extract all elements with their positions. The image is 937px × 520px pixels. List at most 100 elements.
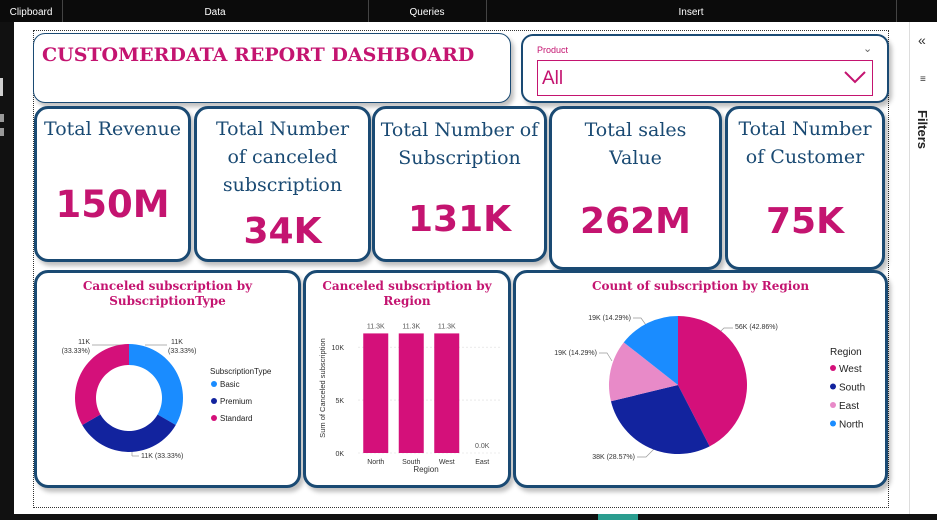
data-label: 11K [78, 339, 90, 346]
kpi-card-total-subscriptions: Total Number of Subscription 131K [372, 106, 547, 262]
kpi-label-line: of canceled [227, 146, 338, 168]
leader-line [637, 448, 655, 458]
ribbon-group-insert[interactable]: Insert [486, 0, 897, 22]
kpi-label-line: Total Revenue [44, 118, 181, 140]
chevron-down-icon[interactable]: ⌄ [863, 42, 872, 55]
x-tick-label: North [367, 459, 384, 466]
kpi-label-line: Total sales [584, 119, 687, 141]
data-label: 56K (42.86%) [735, 324, 778, 331]
dashboard-title: CUSTOMERDATA REPORT DASHBOARD [42, 44, 475, 66]
slicer-value: All [542, 68, 564, 89]
chevron-down-icon[interactable] [842, 63, 868, 89]
data-label: (33.33%) [62, 348, 90, 355]
filter-icon: ≡ [920, 74, 926, 85]
bar-south[interactable] [398, 333, 424, 453]
donut-slice-standard[interactable] [75, 344, 129, 425]
legend-marker [830, 383, 836, 390]
ribbon-group-data[interactable]: Data [62, 0, 369, 22]
kpi-label-line: Total Number [215, 118, 350, 140]
pie-chart-card: Count of subscription by Region 19K (14.… [513, 270, 888, 488]
data-label: 11.3K [438, 323, 456, 330]
kpi-value: 131K [407, 199, 512, 240]
slicer-dropdown[interactable]: All [537, 60, 873, 96]
legend-item[interactable]: Standard [220, 414, 252, 423]
legend-item[interactable]: South [839, 383, 865, 394]
legend-item[interactable]: West [839, 364, 862, 375]
y-axis-label: Sum of Canceled subscription [318, 338, 327, 438]
kpi-value: 262M [580, 201, 691, 242]
donut-slice-premium[interactable] [82, 414, 176, 453]
data-label: 19K (14.29%) [588, 315, 631, 322]
kpi-label: Total Number of Subscription [375, 116, 544, 172]
bar-west[interactable] [434, 333, 460, 453]
data-label: 11.3K [367, 323, 385, 330]
y-tick-label: 0K [335, 451, 344, 458]
legend-item[interactable]: North [839, 420, 863, 431]
data-label: 11.3K [402, 323, 420, 330]
slicer-label: Product [537, 45, 569, 55]
filters-pane-label: Filters [915, 110, 930, 150]
kpi-label-line: subscription [222, 174, 343, 196]
leader-line [633, 317, 647, 326]
ribbon-group-label: Data [204, 7, 226, 18]
legend-item[interactable]: East [839, 401, 859, 412]
dashboard-title-card: CUSTOMERDATA REPORT DASHBOARD [33, 33, 511, 103]
pie-chart[interactable]: 19K (14.29%) 56K (42.86%) 19K (14.29%) 3… [516, 273, 885, 485]
bar-chart-card: Canceled subscription by Region Sum of C… [303, 270, 511, 488]
ribbon-group-queries[interactable]: Queries [368, 0, 487, 22]
legend-title: SubscriptionType [210, 367, 272, 376]
ribbon-bar: Clipboard Data Queries Insert [0, 0, 937, 22]
ribbon-group-label: Queries [409, 7, 445, 18]
product-slicer[interactable]: Product ⌄ All [521, 34, 889, 103]
model-view-icon[interactable] [0, 128, 4, 136]
page-tab-indicator[interactable] [598, 514, 638, 520]
ribbon-group-label: Insert [678, 7, 704, 18]
status-bar [0, 514, 937, 520]
legend-marker [211, 415, 217, 421]
ribbon-group-label: Clipboard [9, 7, 53, 18]
data-label: (33.33%) [168, 348, 196, 355]
legend: West South East North [830, 364, 865, 431]
kpi-label: Total Revenue [37, 115, 188, 143]
kpi-value: 34K [243, 211, 322, 252]
kpi-value: 75K [766, 201, 844, 242]
data-label: 19K (14.29%) [554, 350, 597, 357]
kpi-label: Total Number of canceled subscription [197, 115, 368, 199]
legend: Basic Premium Standard [211, 380, 252, 423]
kpi-card-total-revenue: Total Revenue 150M [34, 106, 191, 262]
bar-north[interactable] [363, 333, 389, 453]
kpi-card-total-customers: Total Number of Customer 75K [725, 106, 885, 270]
legend-marker [211, 398, 217, 404]
legend-title: Region [830, 347, 862, 358]
kpi-label: Total Number of Customer [728, 115, 882, 171]
kpi-label-line: Subscription [398, 147, 521, 169]
kpi-label-line: Value [609, 147, 662, 169]
data-label: 11K [171, 339, 183, 346]
left-nav-strip [0, 22, 14, 516]
data-label: 38K (28.57%) [592, 454, 635, 461]
kpi-card-total-sales: Total sales Value 262M [549, 106, 722, 270]
report-view-icon[interactable] [0, 78, 3, 96]
kpi-label-line: Total Number [738, 118, 872, 140]
legend-item[interactable]: Basic [220, 380, 240, 389]
collapse-chevron-icon[interactable]: « [918, 32, 926, 48]
donut-chart-card: Canceled subscription by SubscriptionTyp… [34, 270, 301, 488]
donut-chart[interactable]: 11K (33.33%) 11K (33.33%) 11K (33.33%) S… [37, 273, 298, 485]
y-tick-label: 5K [335, 398, 344, 405]
legend-marker [830, 365, 836, 371]
x-tick-label: West [439, 459, 455, 466]
legend-marker [211, 381, 217, 387]
filters-pane[interactable]: « ≡ Filters [909, 22, 937, 516]
donut-slice-basic[interactable] [129, 344, 183, 425]
data-label: 11K (33.33%) [141, 453, 183, 460]
legend-item[interactable]: Premium [220, 397, 252, 406]
kpi-label-line: of Customer [745, 146, 865, 168]
y-tick-label: 10K [332, 345, 345, 352]
legend-marker [830, 402, 836, 408]
kpi-value: 150M [55, 183, 170, 226]
kpi-card-canceled-subscriptions: Total Number of canceled subscription 34… [194, 106, 371, 262]
table-view-icon[interactable] [0, 114, 4, 122]
data-label: 0.0K [475, 443, 490, 450]
ribbon-group-clipboard[interactable]: Clipboard [0, 0, 63, 22]
bar-chart[interactable]: Sum of Canceled subscription Region 0K 5K… [306, 273, 508, 485]
